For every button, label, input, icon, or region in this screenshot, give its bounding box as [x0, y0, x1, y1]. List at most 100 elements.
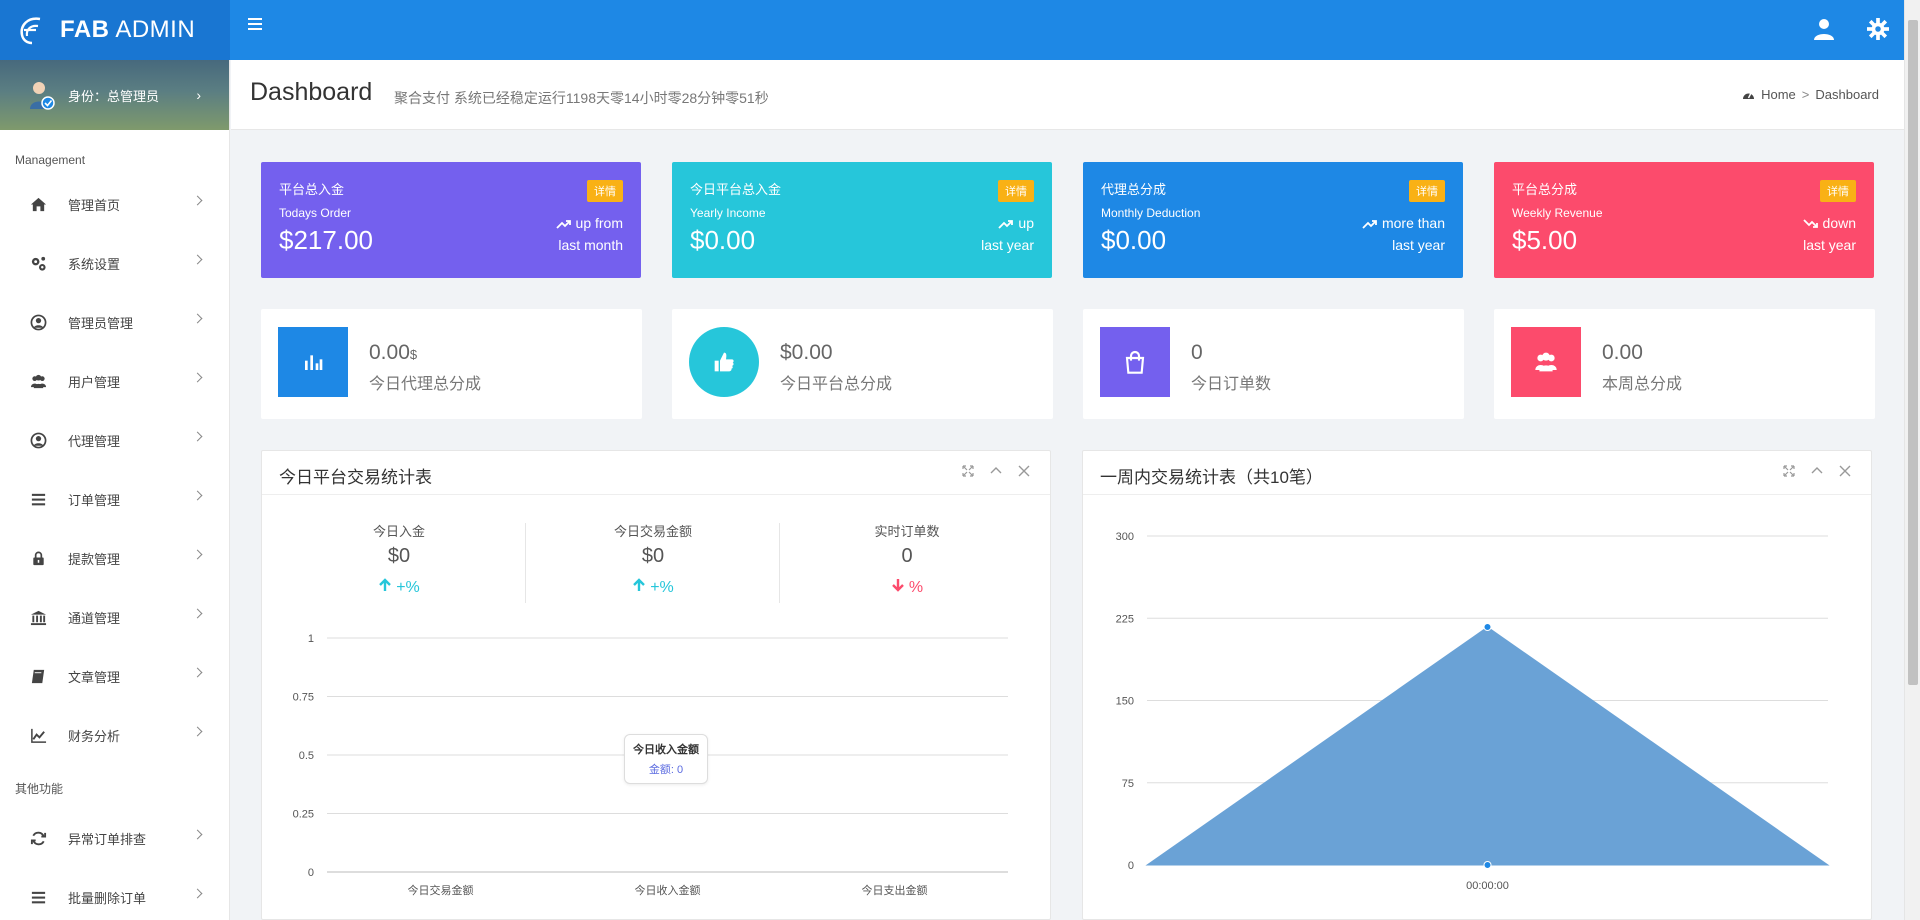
- menu-toggle-icon[interactable]: [248, 18, 262, 30]
- users-icon: [1511, 327, 1581, 397]
- stat-trend: up last year: [981, 212, 1034, 256]
- sidebar-item-label: 通道管理: [68, 611, 121, 626]
- page-header: Dashboard 聚合支付 系统已经稳定运行1198天零14小时零28分钟零5…: [231, 60, 1904, 130]
- users-icon: [29, 373, 47, 391]
- info-value: 0: [1191, 341, 1203, 364]
- area-series: [1145, 626, 1830, 866]
- sidebar-item-m9[interactable]: 文章管理: [0, 647, 229, 706]
- chevron-right-icon: [192, 608, 203, 619]
- lock-icon: [29, 550, 47, 568]
- brand-bold: FAB: [60, 16, 110, 43]
- top-bar: FAB ADMIN: [0, 0, 1904, 60]
- trend-period: last month: [558, 237, 623, 253]
- trend-up-icon: [555, 215, 576, 231]
- details-badge-button[interactable]: 详情: [998, 180, 1034, 202]
- data-point: [1483, 623, 1492, 632]
- page-scrollbar[interactable]: [1904, 0, 1920, 920]
- home-icon: [29, 196, 47, 214]
- x-tick-label: 今日支出金额: [862, 883, 928, 897]
- info-value: 0.00: [1602, 341, 1643, 364]
- stat-subtitle: Yearly Income: [690, 206, 766, 220]
- y-tick-label: 300: [1116, 531, 1134, 543]
- profile-role: 身份：总管理员: [68, 88, 160, 104]
- y-tick-label: 0: [308, 867, 314, 879]
- sidebar-item-label: 代理管理: [68, 434, 121, 449]
- stat-trend: more than last year: [1362, 212, 1445, 256]
- scrollbar-thumb[interactable]: [1908, 20, 1918, 685]
- sidebar-item-label: 批量删除订单: [68, 891, 147, 906]
- chevron-right-icon: [192, 195, 203, 206]
- sidebar-item-label: 系统设置: [68, 257, 121, 272]
- sidebar-item-label: 用户管理: [68, 375, 121, 390]
- y-tick-label: 150: [1116, 696, 1134, 708]
- stat-title: 平台总分成: [1512, 182, 1578, 197]
- profile-banner[interactable]: 身份：总管理员 ›: [0, 60, 229, 130]
- sidebar-item-m3[interactable]: 管理员管理: [0, 293, 229, 352]
- info-value: $0.00: [780, 341, 833, 364]
- bar-chart-icon: [278, 327, 348, 397]
- sidebar-item-label: 管理员管理: [68, 316, 134, 331]
- sidebar-item-o1[interactable]: 异常订单排查: [0, 809, 229, 868]
- sidebar-item-label: 管理首页: [68, 198, 121, 213]
- breadcrumb-home[interactable]: Home: [1761, 87, 1796, 102]
- sidebar-item-m4[interactable]: 用户管理: [0, 352, 229, 411]
- nav-group-other: 异常订单排查批量删除订单: [0, 809, 229, 920]
- stat-trend: up from last month: [555, 212, 623, 256]
- details-badge-button[interactable]: 详情: [1409, 180, 1445, 202]
- stat-subtitle: Monthly Deduction: [1101, 206, 1201, 220]
- breadcrumb: Home > Dashboard: [1742, 87, 1879, 102]
- info-label: 今日订单数: [1191, 376, 1272, 393]
- sidebar: 身份：总管理员 › Management 管理首页系统设置管理员管理用户管理代理…: [0, 60, 230, 920]
- info-box: $0.00 今日平台总分成: [672, 309, 1053, 419]
- sidebar-item-m1[interactable]: 管理首页: [0, 175, 229, 234]
- brand[interactable]: FAB ADMIN: [0, 0, 230, 60]
- details-badge-button[interactable]: 详情: [587, 180, 623, 202]
- tooltip-body: 金额: 0: [648, 764, 684, 776]
- sidebar-item-m10[interactable]: 财务分析: [0, 706, 229, 765]
- info-box: 0 今日订单数: [1083, 309, 1464, 419]
- trend-down-icon: [1802, 215, 1823, 231]
- y-tick-label: 1: [308, 633, 314, 645]
- line-chart-icon: [29, 727, 47, 745]
- bank-icon: [29, 609, 47, 627]
- chevron-right-icon: [192, 726, 203, 737]
- sidebar-item-o2[interactable]: 批量删除订单: [0, 868, 229, 920]
- chevron-right-icon: [192, 313, 203, 324]
- sidebar-item-m6[interactable]: 订单管理: [0, 470, 229, 529]
- info-label: 今日平台总分成: [780, 376, 893, 393]
- sidebar-item-label: 文章管理: [68, 670, 121, 685]
- fab-logo-icon: [20, 17, 41, 45]
- trend-text: up: [1018, 215, 1034, 231]
- stat-card: 今日平台总入金 Yearly Income $0.00 详情 up last y…: [672, 162, 1052, 278]
- y-tick-label: 0.25: [293, 809, 314, 821]
- user-icon[interactable]: [1812, 16, 1836, 40]
- sidebar-item-m8[interactable]: 通道管理: [0, 588, 229, 647]
- chevron-right-icon: [192, 431, 203, 442]
- user-circle-icon: [29, 432, 47, 450]
- sidebar-item-m2[interactable]: 系统设置: [0, 234, 229, 293]
- user-circle-icon: [29, 314, 47, 332]
- info-box: 0.00$ 今日代理总分成: [261, 309, 642, 419]
- trend-up-icon: [998, 215, 1018, 231]
- sidebar-item-m7[interactable]: 提款管理: [0, 529, 229, 588]
- info-label: 今日代理总分成: [369, 376, 482, 393]
- details-badge-button[interactable]: 详情: [1820, 180, 1856, 202]
- page-title: Dashboard: [250, 78, 373, 106]
- y-tick-label: 75: [1122, 778, 1134, 790]
- stat-value: $217.00: [279, 225, 373, 255]
- avatar: [30, 82, 55, 110]
- panel-today-transactions: 今日平台交易统计表 今日入金 $0 +% 今日交易金额 $0 +% 实时订单数 …: [261, 450, 1051, 920]
- sidebar-item-m5[interactable]: 代理管理: [0, 411, 229, 470]
- gear-icon[interactable]: [1867, 18, 1889, 40]
- chevron-right-icon: [192, 667, 203, 678]
- chevron-right-icon: [192, 888, 203, 899]
- stat-title: 今日平台总入金: [690, 182, 782, 197]
- breadcrumb-current: Dashboard: [1815, 87, 1879, 102]
- today-bar-chart: 10.750.50.250今日交易金额 今日收入金额 今日支出金额: [293, 633, 1008, 897]
- stat-value: $0.00: [690, 225, 756, 255]
- panel-week-transactions: 一周内交易统计表（共10笔） 300 225 150 75 0 00:00:00: [1082, 450, 1872, 920]
- section-title-management: Management: [15, 153, 86, 167]
- info-label: 本周总分成: [1602, 376, 1683, 393]
- chevron-right-icon: ›: [196, 87, 201, 103]
- book-icon: [29, 668, 47, 686]
